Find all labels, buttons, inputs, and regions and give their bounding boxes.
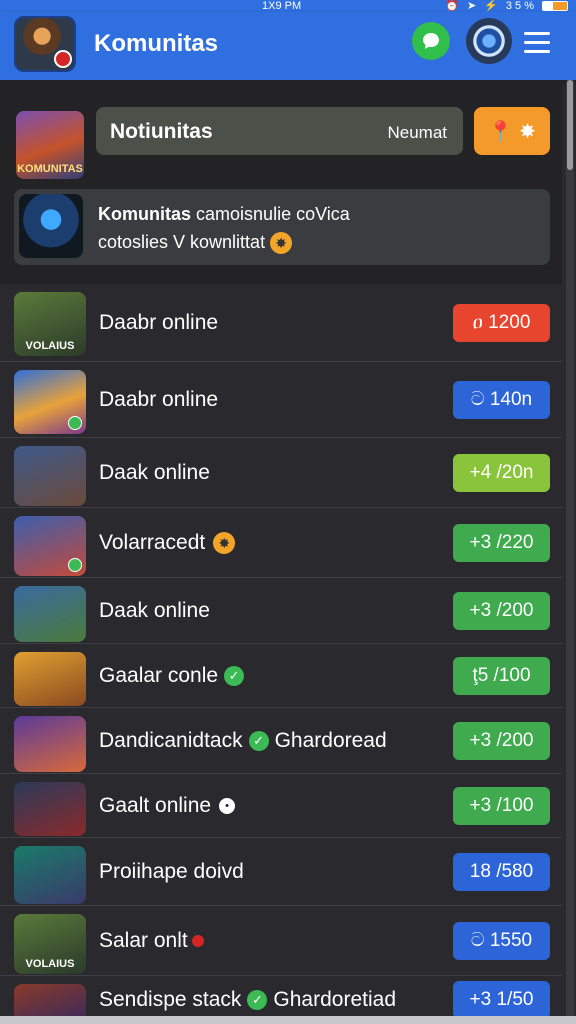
game-thumbnail xyxy=(14,652,86,706)
check-icon: ✓ xyxy=(247,990,268,1011)
row-extra: Ghardoretiad xyxy=(273,988,396,1011)
globe-icon[interactable] xyxy=(466,18,512,64)
score-pill[interactable]: ට 140n xyxy=(453,381,550,419)
game-thumbnail xyxy=(14,716,86,772)
row-name: Gaalt online • xyxy=(99,794,236,818)
row-name: Sendispe stack ✓ Ghardoretiad xyxy=(99,988,396,1011)
search-label: Notiunitas xyxy=(110,120,213,143)
list-item[interactable]: Volarracedt ✸ +3 /220 xyxy=(0,508,562,578)
row-extra: Ghardoread xyxy=(274,729,387,752)
row-name: Gaalar conle ✓ xyxy=(99,664,250,688)
score-pill[interactable]: +3 /220 xyxy=(453,524,550,562)
red-dot-icon xyxy=(191,935,204,948)
list-item[interactable]: VOLAIUS Daabr online ዐ 1200 xyxy=(0,284,562,362)
list-item[interactable]: VOLAIUS Salar onlt ට 1550 xyxy=(0,906,562,976)
row-name: Proiihape doivd xyxy=(99,860,244,883)
list-item[interactable]: Gaalar conle ✓ ţ5 /100 xyxy=(0,644,562,708)
list-item[interactable]: Daak online +3 /200 xyxy=(0,578,562,644)
community-thumbnail[interactable]: KOMUNITAS xyxy=(16,111,84,179)
game-thumbnail xyxy=(14,586,86,642)
score-pill[interactable]: +3 /200 xyxy=(453,722,550,760)
list-item[interactable]: Daabr online ට 140n xyxy=(0,362,562,438)
info-line-1: Komunitas camoisnulie coVica xyxy=(98,204,350,224)
app-bar: Komunitas xyxy=(0,12,576,80)
thumb-caption: VOLAIUS xyxy=(25,340,75,352)
row-name: Daak online xyxy=(99,461,210,484)
game-thumbnail xyxy=(14,516,86,576)
game-thumbnail: VOLAIUS xyxy=(14,292,86,356)
row-name: Dandicanidtack ✓ Ghardoread xyxy=(99,729,387,752)
list-item[interactable]: Dandicanidtack ✓ Ghardoread +3 /200 xyxy=(0,708,562,774)
score-pill[interactable]: ዐ 1200 xyxy=(453,304,550,342)
info-thumbnail xyxy=(19,194,83,258)
signal-icon: ➤ xyxy=(466,0,477,12)
score-pill[interactable]: ට 1550 xyxy=(453,922,550,960)
score-pill[interactable]: +3 1/50 xyxy=(453,981,550,1019)
online-dot-icon xyxy=(68,416,82,430)
score-pill[interactable]: 18 /580 xyxy=(453,853,550,891)
chat-icon[interactable] xyxy=(412,22,450,60)
star-icon: ✸ xyxy=(519,120,536,143)
score-pill[interactable]: +3 /100 xyxy=(453,787,550,825)
emoji-icon: ✸ xyxy=(213,532,236,555)
check-icon: ✓ xyxy=(248,731,269,752)
menu-icon[interactable] xyxy=(524,32,550,54)
battery-text: 3 5 % xyxy=(505,0,534,12)
emoji-icon: ✸ xyxy=(270,232,293,255)
score-pill[interactable]: +4 /20n xyxy=(453,454,550,492)
game-thumbnail: VOLAIUS xyxy=(14,914,86,974)
game-thumbnail xyxy=(14,446,86,506)
status-face-icon: • xyxy=(219,798,236,815)
game-thumbnail xyxy=(14,782,86,836)
game-thumbnail xyxy=(14,370,86,434)
row-name: Daabr online xyxy=(99,388,219,411)
search-right-text: Neumat xyxy=(387,123,447,142)
game-thumbnail xyxy=(14,846,86,904)
list-item[interactable]: Gaalt online • +3 /100 xyxy=(0,774,562,838)
profile-avatar[interactable] xyxy=(14,16,76,72)
page-title: Komunitas xyxy=(94,30,219,57)
bolt-icon: ⚡ xyxy=(484,0,498,12)
alarm-icon: ⏰ xyxy=(445,0,459,12)
row-name: Daak online xyxy=(99,599,210,622)
online-dot-icon xyxy=(68,558,82,572)
pin-star-button[interactable]: 📍 ✸ xyxy=(474,107,550,155)
score-pill[interactable]: ţ5 /100 xyxy=(453,657,550,695)
row-name: Daabr online xyxy=(99,311,219,334)
thumb-caption: VOLAIUS xyxy=(25,958,75,970)
list-item[interactable]: Daak online +4 /20n xyxy=(0,438,562,508)
status-bar: 1X9 PM ⏰ ➤ ⚡ 3 5 % xyxy=(0,0,576,12)
bottom-bar xyxy=(0,1016,576,1024)
score-pill[interactable]: +3 /200 xyxy=(453,592,550,630)
list-item[interactable]: Proiihape doivd 18 /580 xyxy=(0,838,562,906)
scrollbar[interactable] xyxy=(566,80,574,1024)
battery-icon xyxy=(542,1,568,11)
search-field[interactable]: Notiunitas Neumat xyxy=(96,107,463,155)
thumb-caption: KOMUNITAS xyxy=(17,163,83,175)
pin-icon: 📍 xyxy=(488,120,514,143)
status-time: 1X9 PM xyxy=(262,0,302,12)
info-line-2: cotoslies V kownlittat ✸ xyxy=(98,232,293,255)
notification-badge xyxy=(54,50,72,68)
status-icons: ⏰ ➤ ⚡ 3 5 % xyxy=(445,0,568,12)
row-name: Volarracedt ✸ xyxy=(99,531,236,555)
info-card[interactable]: Komunitas camoisnulie coVica cotoslies V… xyxy=(14,189,550,265)
check-icon: ✓ xyxy=(224,666,245,687)
scrollbar-thumb[interactable] xyxy=(567,80,573,170)
row-name: Salar onlt xyxy=(99,929,204,953)
